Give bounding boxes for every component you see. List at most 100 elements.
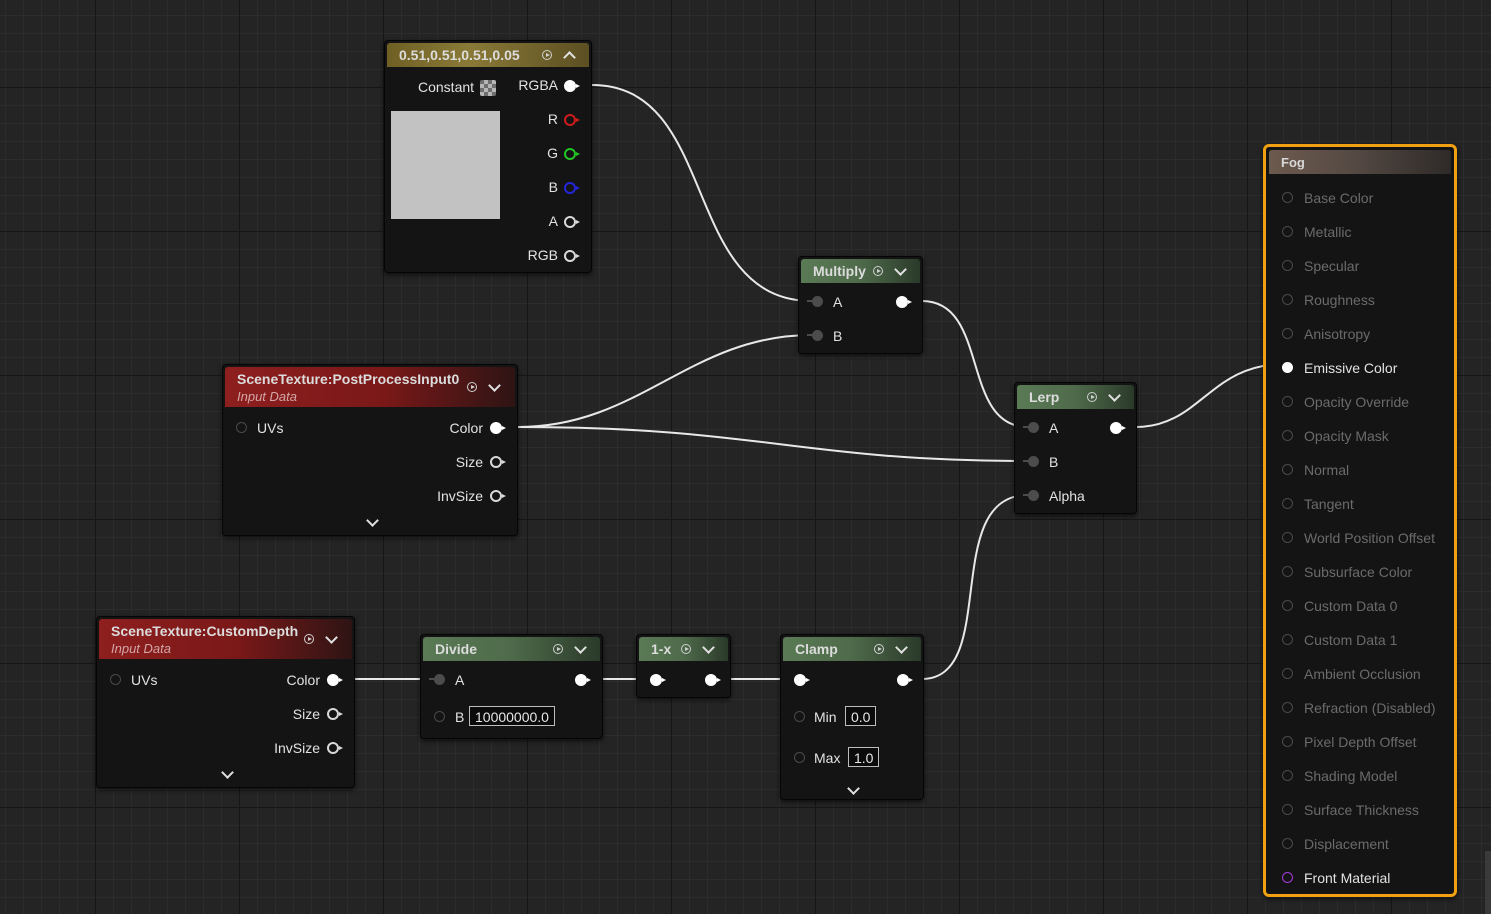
pin-icon[interactable] — [327, 674, 343, 686]
chevron-down-icon[interactable] — [894, 637, 908, 661]
pin-icon[interactable] — [1282, 498, 1293, 509]
postprocess-node-title: SceneTexture:PostProcessInput0 — [237, 371, 460, 387]
pin-icon[interactable] — [110, 674, 121, 685]
oneminus-node-header[interactable]: 1-x — [639, 637, 728, 661]
pin-icon[interactable] — [1282, 294, 1293, 305]
lerp-node-header[interactable]: Lerp — [1017, 385, 1134, 409]
vertical-scrollbar[interactable] — [1485, 851, 1491, 914]
pin-icon[interactable] — [575, 674, 591, 686]
lerp-node[interactable]: Lerp A B Alpha — [1014, 382, 1137, 514]
chevron-down-icon[interactable] — [701, 637, 715, 661]
pin-icon[interactable] — [1282, 668, 1293, 679]
pin-icon[interactable] — [236, 422, 247, 433]
clamp-min-value-field[interactable]: 0.0 — [845, 706, 877, 726]
pin-icon[interactable] — [1023, 422, 1039, 433]
chevron-down-icon[interactable] — [324, 627, 338, 651]
pin-icon[interactable] — [807, 296, 823, 307]
chevron-down-icon[interactable] — [573, 637, 587, 661]
pin-icon[interactable] — [1282, 260, 1293, 271]
pin-icon[interactable] — [1282, 634, 1293, 645]
pin-icon[interactable] — [896, 296, 912, 308]
fog-node-header[interactable]: Fog — [1269, 150, 1451, 174]
pin-icon[interactable] — [1282, 464, 1293, 475]
pin-icon[interactable] — [564, 148, 580, 160]
pin-icon[interactable] — [1282, 770, 1293, 781]
pin-icon[interactable] — [1282, 430, 1293, 441]
pin-icon[interactable] — [429, 674, 445, 685]
play-icon[interactable] — [679, 637, 693, 661]
divide-b-value-field[interactable]: 10000000.0 — [469, 706, 555, 726]
scenetexture-postprocess-node[interactable]: SceneTexture:PostProcessInput0 Input Dat… — [222, 364, 518, 536]
constant-node[interactable]: 0.51,0.51,0.51,0.05 Constant RGBA R G B … — [384, 40, 592, 273]
pin-icon[interactable] — [490, 490, 506, 502]
clamp-node-header[interactable]: Clamp — [783, 637, 921, 661]
chevron-down-icon[interactable] — [366, 514, 379, 527]
pin-icon[interactable] — [1110, 422, 1126, 434]
pin-icon[interactable] — [1282, 192, 1293, 203]
pin-icon[interactable] — [705, 674, 721, 686]
play-icon[interactable] — [871, 259, 885, 283]
play-icon[interactable] — [540, 43, 554, 67]
pin-icon[interactable] — [794, 674, 810, 686]
pin-icon[interactable] — [564, 80, 580, 92]
pin-icon[interactable] — [1023, 456, 1039, 467]
input-label-alpha: Alpha — [1049, 488, 1085, 504]
divide-node[interactable]: Divide A B 10000000.0 — [420, 634, 603, 739]
pin-icon[interactable] — [1282, 736, 1293, 747]
pin-icon[interactable] — [1282, 804, 1293, 815]
pin-icon[interactable] — [1282, 226, 1293, 237]
pin-icon[interactable] — [1282, 532, 1293, 543]
clamp-max-value-field[interactable]: 1.0 — [848, 747, 880, 767]
multiply-node[interactable]: Multiply A B — [798, 256, 923, 354]
multiply-node-header[interactable]: Multiply — [801, 259, 920, 283]
chevron-down-icon[interactable] — [847, 782, 860, 795]
chevron-down-icon[interactable] — [893, 259, 907, 283]
play-icon[interactable] — [465, 375, 479, 399]
postprocess-node-header[interactable]: SceneTexture:PostProcessInput0 Input Dat… — [225, 367, 515, 407]
pin-icon[interactable] — [564, 250, 580, 262]
pin-icon[interactable] — [794, 711, 805, 722]
scenetexture-customdepth-node[interactable]: SceneTexture:CustomDepth Input Data UVs … — [96, 616, 355, 788]
play-icon[interactable] — [551, 637, 565, 661]
pin-icon[interactable] — [1023, 490, 1039, 501]
oneminus-node[interactable]: 1-x — [636, 634, 731, 698]
pin-icon[interactable] — [1282, 838, 1293, 849]
clamp-node[interactable]: Clamp Min 0.0 Max 1.0 — [780, 634, 924, 800]
pin-icon[interactable] — [1282, 566, 1293, 577]
wire-clamp-to-lerp-alpha — [921, 494, 1029, 680]
chevron-up-icon[interactable] — [562, 43, 576, 67]
pin-icon[interactable] — [1282, 600, 1293, 611]
play-icon[interactable] — [302, 627, 316, 651]
pin-icon[interactable] — [327, 708, 343, 720]
divide-node-header[interactable]: Divide — [423, 637, 600, 661]
fog-material-output-node[interactable]: Fog Base Color Metallic Specular Roughness A… — [1263, 144, 1457, 897]
pin-icon[interactable] — [1282, 328, 1293, 339]
pin-icon[interactable] — [490, 422, 506, 434]
constant-node-header[interactable]: 0.51,0.51,0.51,0.05 — [387, 43, 589, 67]
customdepth-node-header[interactable]: SceneTexture:CustomDepth Input Data — [99, 619, 352, 659]
pin-icon[interactable] — [897, 674, 913, 686]
pin-icon[interactable] — [564, 182, 580, 194]
pin-icon[interactable] — [807, 330, 823, 341]
pin-icon[interactable] — [564, 114, 580, 126]
output-label-invsize: InvSize — [437, 488, 483, 504]
wire-lerp-to-fog-emissive — [1135, 363, 1285, 428]
pin-icon[interactable] — [564, 216, 580, 228]
pin-icon[interactable] — [1282, 396, 1293, 407]
pin-icon[interactable] — [434, 711, 445, 722]
pin-icon[interactable] — [1282, 362, 1293, 373]
fog-pin-label: Metallic — [1304, 224, 1352, 240]
pin-icon[interactable] — [1282, 702, 1293, 713]
output-label-rgba: RGBA — [518, 77, 558, 93]
pin-icon[interactable] — [1282, 872, 1293, 883]
chevron-down-icon[interactable] — [221, 766, 234, 779]
pin-icon[interactable] — [327, 742, 343, 754]
pin-icon[interactable] — [490, 456, 506, 468]
constant-color-swatch[interactable] — [391, 111, 500, 219]
chevron-down-icon[interactable] — [487, 375, 501, 399]
play-icon[interactable] — [872, 637, 886, 661]
pin-icon[interactable] — [650, 674, 666, 686]
play-icon[interactable] — [1085, 385, 1099, 409]
pin-icon[interactable] — [794, 752, 805, 763]
chevron-down-icon[interactable] — [1107, 385, 1121, 409]
